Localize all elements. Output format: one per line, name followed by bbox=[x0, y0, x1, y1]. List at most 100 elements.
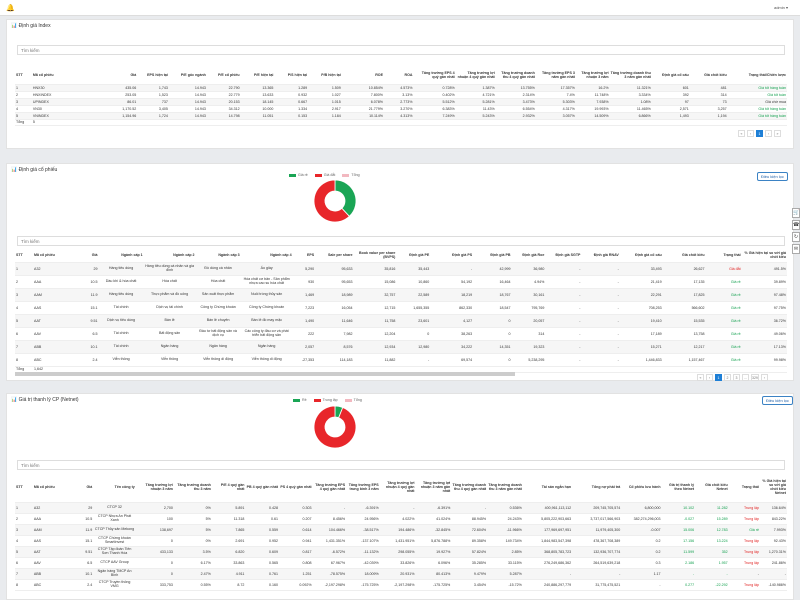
page-button[interactable]: « bbox=[738, 130, 745, 137]
netnet-col-header[interactable]: Tăng trưởng EPS trung bình 3 năm bbox=[346, 472, 380, 503]
stock-filter-button[interactable]: Điều kiện lọc bbox=[757, 172, 788, 181]
index-search-input[interactable]: Tìm kiếm bbox=[17, 45, 785, 55]
table-row[interactable]: 1 A32 29 Hàng tiêu dùng Hàng tiêu dùng cá nh… bbox=[15, 262, 787, 276]
stock-col-header[interactable]: Định giá PE bbox=[396, 248, 431, 263]
netnet-col-header[interactable]: Tăng trưởng doanh thu 3 năm gần nhất bbox=[487, 472, 523, 503]
index-col-header[interactable]: P/B hiện tại bbox=[308, 66, 342, 85]
table-row[interactable]: 1 A32 29 CTCP 32 2,700 0% 5.891 0.428 0.303- -6.3… bbox=[15, 502, 787, 514]
netnet-col-header[interactable]: % Giá hiện tại so với giá chốt kiếu Netn… bbox=[760, 472, 787, 503]
table-row[interactable]: 6 AAV 6.5 Tài chính Bất động sản Đầu tư bất đ… bbox=[15, 327, 787, 341]
netnet-col-header[interactable]: STT bbox=[15, 472, 33, 503]
stock-col-header[interactable]: Trạng thái bbox=[705, 248, 742, 263]
netnet-col-header[interactable]: Tăng trưởng lợi nhuận 3 năm gần nhất bbox=[415, 472, 452, 503]
netnet-col-header[interactable]: Tăng trưởng doanh thu 4 quý gần nhất bbox=[451, 472, 488, 503]
refresh-icon[interactable]: ↻ bbox=[792, 232, 800, 242]
legend-item[interactable]: Giá đắt bbox=[314, 173, 335, 177]
index-col-header[interactable]: Mã cổ phiếu bbox=[31, 66, 96, 85]
page-button[interactable]: 2 bbox=[724, 374, 731, 381]
table-row[interactable]: 3 UPINDEX 86.01 737 14.943 20.153 18.145 0.667 1… bbox=[15, 98, 787, 106]
index-col-header[interactable]: Giá chốt kiếu bbox=[689, 66, 728, 85]
table-row[interactable]: 1 HNX30 435.06 1,743 14.943 22.790 13.365 1.289… bbox=[15, 84, 787, 92]
netnet-col-header[interactable]: Tăng trưởng EPS 4 quý gần nhất bbox=[312, 472, 347, 503]
netnet-col-header[interactable]: Trạng thái bbox=[728, 472, 760, 503]
stock-col-header[interactable]: % Giá hiện tại so với giá chốt kiếu bbox=[741, 248, 787, 263]
index-col-header[interactable]: Trạng thái/Chiến lược bbox=[727, 66, 787, 85]
stock-col-header[interactable]: Định giá RNAV bbox=[581, 248, 620, 263]
table-row[interactable]: 7 ABB 10.1 Tài chính Ngân hàng Ngân hàng Ngân … bbox=[15, 340, 787, 354]
index-col-header[interactable]: Tăng trưởng doanh thu 3 năm gần nhất bbox=[609, 66, 652, 85]
stock-col-header[interactable]: Giá bbox=[78, 248, 99, 263]
table-row[interactable]: 4 AAS 15.1 Tài chính Dịch vụ tài chính Công t… bbox=[15, 301, 787, 315]
netnet-col-header[interactable]: Tài sản ngắn hạn bbox=[522, 472, 573, 503]
stock-col-header[interactable]: Định giá cổ cấu bbox=[619, 248, 663, 263]
index-col-header[interactable]: STT bbox=[15, 66, 32, 85]
stock-col-header[interactable]: Ngành cấp 3 bbox=[195, 248, 241, 263]
netnet-col-header[interactable]: Tăng trưởng lợi nhuận 4 quý gần nhất bbox=[379, 472, 416, 503]
legend-item[interactable]: Giá rẻ bbox=[289, 173, 308, 177]
index-col-header[interactable]: Tăng trưởng EPS 3 năm gần nhất bbox=[535, 66, 576, 85]
page-button[interactable]: › bbox=[765, 130, 772, 137]
stock-col-header[interactable]: EPS bbox=[292, 248, 316, 263]
index-col-header[interactable]: P/E hiện tại bbox=[240, 66, 275, 85]
table-row[interactable]: 2 AAA 10.5 Dầu khí & hóa chất Hóa chất Hóa ch… bbox=[15, 275, 787, 289]
index-col-header[interactable]: Định giá cổ cấu bbox=[651, 66, 690, 85]
index-col-header[interactable]: EPS hiện tại bbox=[137, 66, 169, 85]
stock-col-header[interactable]: Định giá PS bbox=[430, 248, 474, 263]
netnet-col-header[interactable]: Giá trị thanh lý theo Netnet bbox=[661, 472, 696, 503]
table-row[interactable]: 5 AAT 9.51 Dịch vụ tiêu dùng Bán lẻ Bán lẻ ch… bbox=[15, 314, 787, 328]
index-col-header[interactable]: ROE bbox=[341, 66, 384, 85]
page-button[interactable]: ‹ bbox=[706, 374, 713, 381]
table-row[interactable]: 2 HNXINDEX 253.05 1,523 14.943 22.779 13.633 0.… bbox=[15, 91, 787, 99]
table-row[interactable]: 5 AAT 9.51 CTCP Tập đoàn Tiên Sơn Thanh Hóa… bbox=[15, 546, 787, 558]
stock-search-input[interactable]: Tìm kiếm bbox=[17, 236, 785, 246]
netnet-col-header[interactable]: Tăng trưởng doanh thu 3 năm bbox=[173, 472, 212, 503]
netnet-col-header[interactable]: Tên công ty bbox=[93, 472, 136, 503]
netnet-col-header[interactable]: Cổ phiếu lưu hành bbox=[621, 472, 662, 503]
table-row[interactable]: 4 VN30 1,170.52 3,405 14.943 34.312 10.000 1.33… bbox=[15, 105, 787, 113]
stock-col-header[interactable]: Ngành cấp 1 bbox=[98, 248, 144, 263]
chat-icon[interactable]: ✉ bbox=[792, 244, 800, 254]
page-button[interactable]: ‹ bbox=[747, 130, 754, 137]
netnet-col-header[interactable]: Tổng nợ phải trả bbox=[572, 472, 622, 503]
index-col-header[interactable]: Tăng trưởng lợi nhuận 3 năm bbox=[575, 66, 610, 85]
index-col-header[interactable]: Tăng trưởng lợi nhuận 4 quý gần nhất bbox=[455, 66, 496, 85]
index-col-header[interactable]: ROA bbox=[383, 66, 414, 85]
table-row[interactable]: 4 AAS 15.1 CTCP Chứng khoán SmartInvest 0 0% 2… bbox=[15, 535, 787, 547]
stock-col-header[interactable]: Định giá Roe bbox=[511, 248, 546, 263]
netnet-col-header[interactable]: Mã cổ phiếu bbox=[32, 472, 74, 503]
stock-col-header[interactable]: STT bbox=[15, 248, 34, 263]
netnet-filter-button[interactable]: Điều kiện lọc bbox=[762, 396, 793, 405]
pie-slice[interactable] bbox=[313, 405, 357, 449]
page-button[interactable]: 1 bbox=[756, 130, 763, 137]
index-col-header[interactable]: P/E gốc ngành bbox=[168, 66, 207, 85]
stock-col-header[interactable]: Ngành cấp 2 bbox=[143, 248, 196, 263]
legend-item[interactable]: Trung lập bbox=[313, 398, 338, 402]
netnet-col-header[interactable]: P/E 4 quý gần nhất bbox=[211, 472, 246, 503]
netnet-col-header[interactable]: Giá bbox=[73, 472, 94, 503]
index-col-header[interactable]: P/S hiện tại bbox=[274, 66, 309, 85]
table-row[interactable]: 3 AAM 11.9 Hàng tiêu dùng Thực phẩm và đồ uố… bbox=[15, 288, 787, 302]
page-button[interactable]: › bbox=[760, 374, 768, 381]
index-col-header[interactable]: Tăng trưởng doanh thu 4 quý gần nhất bbox=[495, 66, 536, 85]
stock-col-header[interactable]: Book value per share (BVPS) bbox=[353, 248, 397, 263]
phone-icon[interactable]: ☎ bbox=[792, 220, 800, 230]
stock-col-header[interactable]: Định giá SGTP bbox=[545, 248, 582, 263]
stock-col-header[interactable]: Mã cổ phiếu bbox=[33, 248, 79, 263]
index-col-header[interactable]: Giá bbox=[95, 66, 138, 85]
stock-horizontal-scrollbar[interactable] bbox=[15, 372, 515, 376]
netnet-col-header[interactable]: Giá chốt kiếu Netnet bbox=[695, 472, 729, 503]
legend-item[interactable]: Tổng bbox=[342, 173, 360, 177]
index-col-header[interactable]: Tăng trưởng EPS 4 quý gần nhất bbox=[413, 66, 456, 85]
netnet-search-input[interactable]: Tìm kiếm bbox=[17, 460, 785, 470]
legend-item[interactable]: Rẻ bbox=[293, 398, 307, 402]
page-button[interactable]: « bbox=[697, 374, 704, 381]
netnet-col-header[interactable]: Tăng trưởng lợi nhuận 3 năm bbox=[135, 472, 174, 503]
cart-icon[interactable]: 🛒 bbox=[792, 208, 800, 218]
page-button[interactable]: 329 bbox=[751, 374, 759, 381]
page-button[interactable]: 3 bbox=[733, 374, 740, 381]
table-row[interactable]: 8 ABC 2.4 CTCP Truyền thông VMG 333,753 0.55%… bbox=[15, 579, 787, 591]
netnet-col-header[interactable]: PB 4 quý gần nhất bbox=[245, 472, 279, 503]
table-row[interactable]: 8 ABC 2.4 Viễn thông Viễn thông Viễn thông di… bbox=[15, 353, 787, 367]
netnet-col-header[interactable]: PS 4 quý gần nhất bbox=[278, 472, 313, 503]
stock-col-header[interactable]: Định giá PB bbox=[473, 248, 512, 263]
